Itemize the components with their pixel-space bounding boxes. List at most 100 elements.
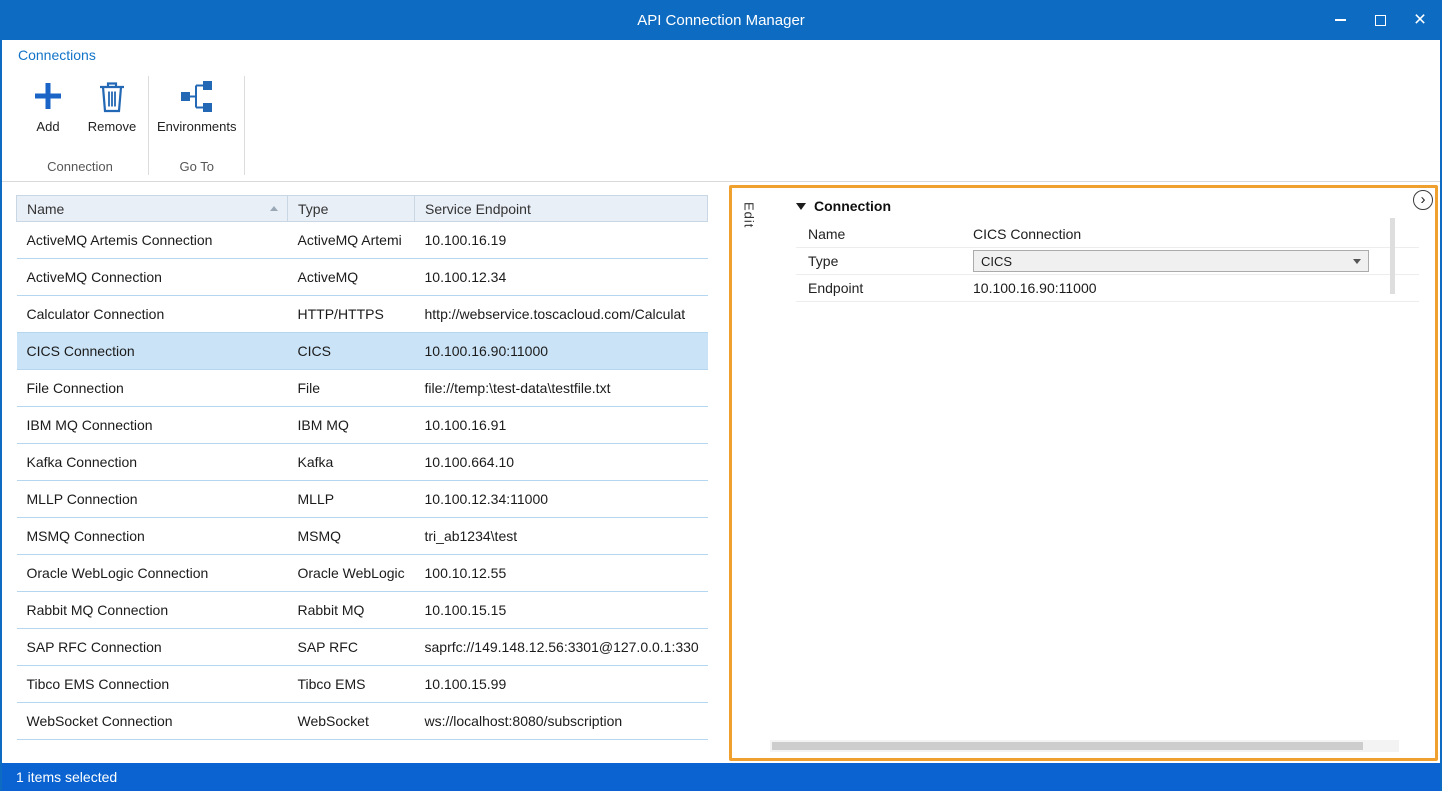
maximize-icon (1375, 15, 1386, 26)
plus-icon (32, 78, 64, 114)
field-row-endpoint: Endpoint 10.100.16.90:11000 (796, 275, 1419, 302)
column-header-type[interactable]: Type (288, 196, 415, 222)
add-button[interactable]: Add (20, 78, 76, 134)
section-title: Connection (814, 198, 891, 214)
remove-button-label: Remove (88, 119, 136, 134)
cell-type: SAP RFC (288, 629, 415, 666)
table-row[interactable]: IBM MQ ConnectionIBM MQ10.100.16.91 (17, 407, 708, 444)
close-icon (1414, 9, 1426, 31)
table-row[interactable]: File ConnectionFilefile://temp:\test-dat… (17, 370, 708, 407)
table-row[interactable]: ActiveMQ Artemis ConnectionActiveMQ Arte… (17, 222, 708, 259)
chevron-down-icon (1353, 259, 1361, 264)
cell-endpoint: file://temp:\test-data\testfile.txt (415, 370, 708, 407)
name-field-value[interactable]: CICS Connection (973, 226, 1419, 242)
cell-endpoint: 10.100.16.19 (415, 222, 708, 259)
cell-name: CICS Connection (17, 333, 288, 370)
horizontal-scrollbar-thumb[interactable] (772, 742, 1363, 750)
table-body: ActiveMQ Artemis ConnectionActiveMQ Arte… (17, 222, 708, 740)
field-row-name: Name CICS Connection (796, 221, 1419, 248)
close-button[interactable] (1400, 0, 1440, 40)
type-dropdown[interactable]: CICS (973, 250, 1369, 272)
cell-type: MSMQ (288, 518, 415, 555)
selection-count: 1 items selected (16, 769, 117, 785)
cell-name: Oracle WebLogic Connection (17, 555, 288, 592)
horizontal-scrollbar[interactable] (770, 740, 1399, 752)
status-bar: 1 items selected (2, 763, 1440, 791)
main-content: Name Type Service Endpoint ActiveMQ Arte… (2, 182, 1440, 763)
table-row[interactable]: ActiveMQ ConnectionActiveMQ10.100.12.34 (17, 259, 708, 296)
type-dropdown-value: CICS (981, 254, 1012, 269)
environments-button-label: Environments (157, 119, 236, 134)
column-header-service-endpoint[interactable]: Service Endpoint (415, 196, 708, 222)
table-row[interactable]: WebSocket ConnectionWebSocketws://localh… (17, 703, 708, 740)
environments-button[interactable]: Environments (157, 78, 236, 134)
cell-endpoint: http://webservice.toscacloud.com/Calcula… (415, 296, 708, 333)
ribbon: Add Remove Connection (2, 70, 1440, 182)
ribbon-tab-strip: Connections (2, 40, 1440, 70)
cell-name: File Connection (17, 370, 288, 407)
table-row[interactable]: SAP RFC ConnectionSAP RFCsaprfc://149.14… (17, 629, 708, 666)
cell-type: Oracle WebLogic (288, 555, 415, 592)
window-controls (1320, 0, 1440, 40)
ribbon-group-connection: Add Remove Connection (12, 70, 148, 181)
table-row[interactable]: MLLP ConnectionMLLP10.100.12.34:11000 (17, 481, 708, 518)
field-row-type: Type CICS (796, 248, 1419, 275)
vertical-scrollbar-thumb[interactable] (1390, 218, 1395, 294)
cell-endpoint: 10.100.15.99 (415, 666, 708, 703)
edit-panel-content: Connection Name CICS Connection Type CIC… (766, 188, 1435, 758)
table-row[interactable]: MSMQ ConnectionMSMQtri_ab1234\test (17, 518, 708, 555)
connection-section-header[interactable]: Connection (796, 198, 1419, 214)
collapse-panel-button[interactable] (1413, 190, 1433, 210)
cell-endpoint: 10.100.16.91 (415, 407, 708, 444)
edit-panel: Edit Connection Name CICS Connection Typ (729, 185, 1438, 761)
connections-table: Name Type Service Endpoint ActiveMQ Arte… (16, 195, 708, 740)
cell-endpoint: 100.10.12.55 (415, 555, 708, 592)
cell-name: WebSocket Connection (17, 703, 288, 740)
edit-flyout-tab[interactable]: Edit (732, 188, 766, 758)
table-row[interactable]: CICS ConnectionCICS10.100.16.90:11000 (17, 333, 708, 370)
minimize-button[interactable] (1320, 0, 1360, 40)
cell-type: CICS (288, 333, 415, 370)
endpoint-field-value[interactable]: 10.100.16.90:11000 (973, 280, 1419, 296)
cell-endpoint: 10.100.12.34:11000 (415, 481, 708, 518)
ribbon-separator (244, 76, 245, 175)
remove-button[interactable]: Remove (84, 78, 140, 134)
cell-name: MSMQ Connection (17, 518, 288, 555)
cell-endpoint: ws://localhost:8080/subscription (415, 703, 708, 740)
cell-type: Rabbit MQ (288, 592, 415, 629)
table-row[interactable]: Rabbit MQ ConnectionRabbit MQ10.100.15.1… (17, 592, 708, 629)
cell-name: Calculator Connection (17, 296, 288, 333)
cell-endpoint: 10.100.15.15 (415, 592, 708, 629)
cell-type: MLLP (288, 481, 415, 518)
cell-endpoint: tri_ab1234\test (415, 518, 708, 555)
name-field-label: Name (808, 226, 973, 242)
group-label-connection: Connection (20, 156, 140, 181)
cell-endpoint: saprfc://149.148.12.56:3301@127.0.0.1:33… (415, 629, 708, 666)
column-header-name[interactable]: Name (17, 196, 288, 222)
minimize-icon (1335, 19, 1346, 21)
app-window: API Connection Manager Connections Add (0, 0, 1442, 791)
cell-type: IBM MQ (288, 407, 415, 444)
group-label-goto: Go To (157, 156, 236, 181)
cell-name: ActiveMQ Artemis Connection (17, 222, 288, 259)
table-row[interactable]: Calculator ConnectionHTTP/HTTPShttp://we… (17, 296, 708, 333)
cell-type: WebSocket (288, 703, 415, 740)
connections-table-area: Name Type Service Endpoint ActiveMQ Arte… (16, 182, 707, 763)
trash-icon (98, 78, 126, 114)
tab-connections[interactable]: Connections (18, 47, 96, 63)
table-row[interactable]: Kafka ConnectionKafka10.100.664.10 (17, 444, 708, 481)
cell-endpoint: 10.100.12.34 (415, 259, 708, 296)
table-row[interactable]: Oracle WebLogic ConnectionOracle WebLogi… (17, 555, 708, 592)
cell-name: Tibco EMS Connection (17, 666, 288, 703)
connection-fields: Name CICS Connection Type CICS Endpoint … (796, 221, 1419, 302)
add-button-label: Add (36, 119, 59, 134)
sort-ascending-icon (270, 206, 278, 211)
cell-type: HTTP/HTTPS (288, 296, 415, 333)
cell-type: ActiveMQ Artemi (288, 222, 415, 259)
cell-name: ActiveMQ Connection (17, 259, 288, 296)
table-row[interactable]: Tibco EMS ConnectionTibco EMS10.100.15.9… (17, 666, 708, 703)
window-title: API Connection Manager (2, 12, 1440, 29)
maximize-button[interactable] (1360, 0, 1400, 40)
cell-name: Rabbit MQ Connection (17, 592, 288, 629)
table-header-row: Name Type Service Endpoint (17, 196, 708, 222)
